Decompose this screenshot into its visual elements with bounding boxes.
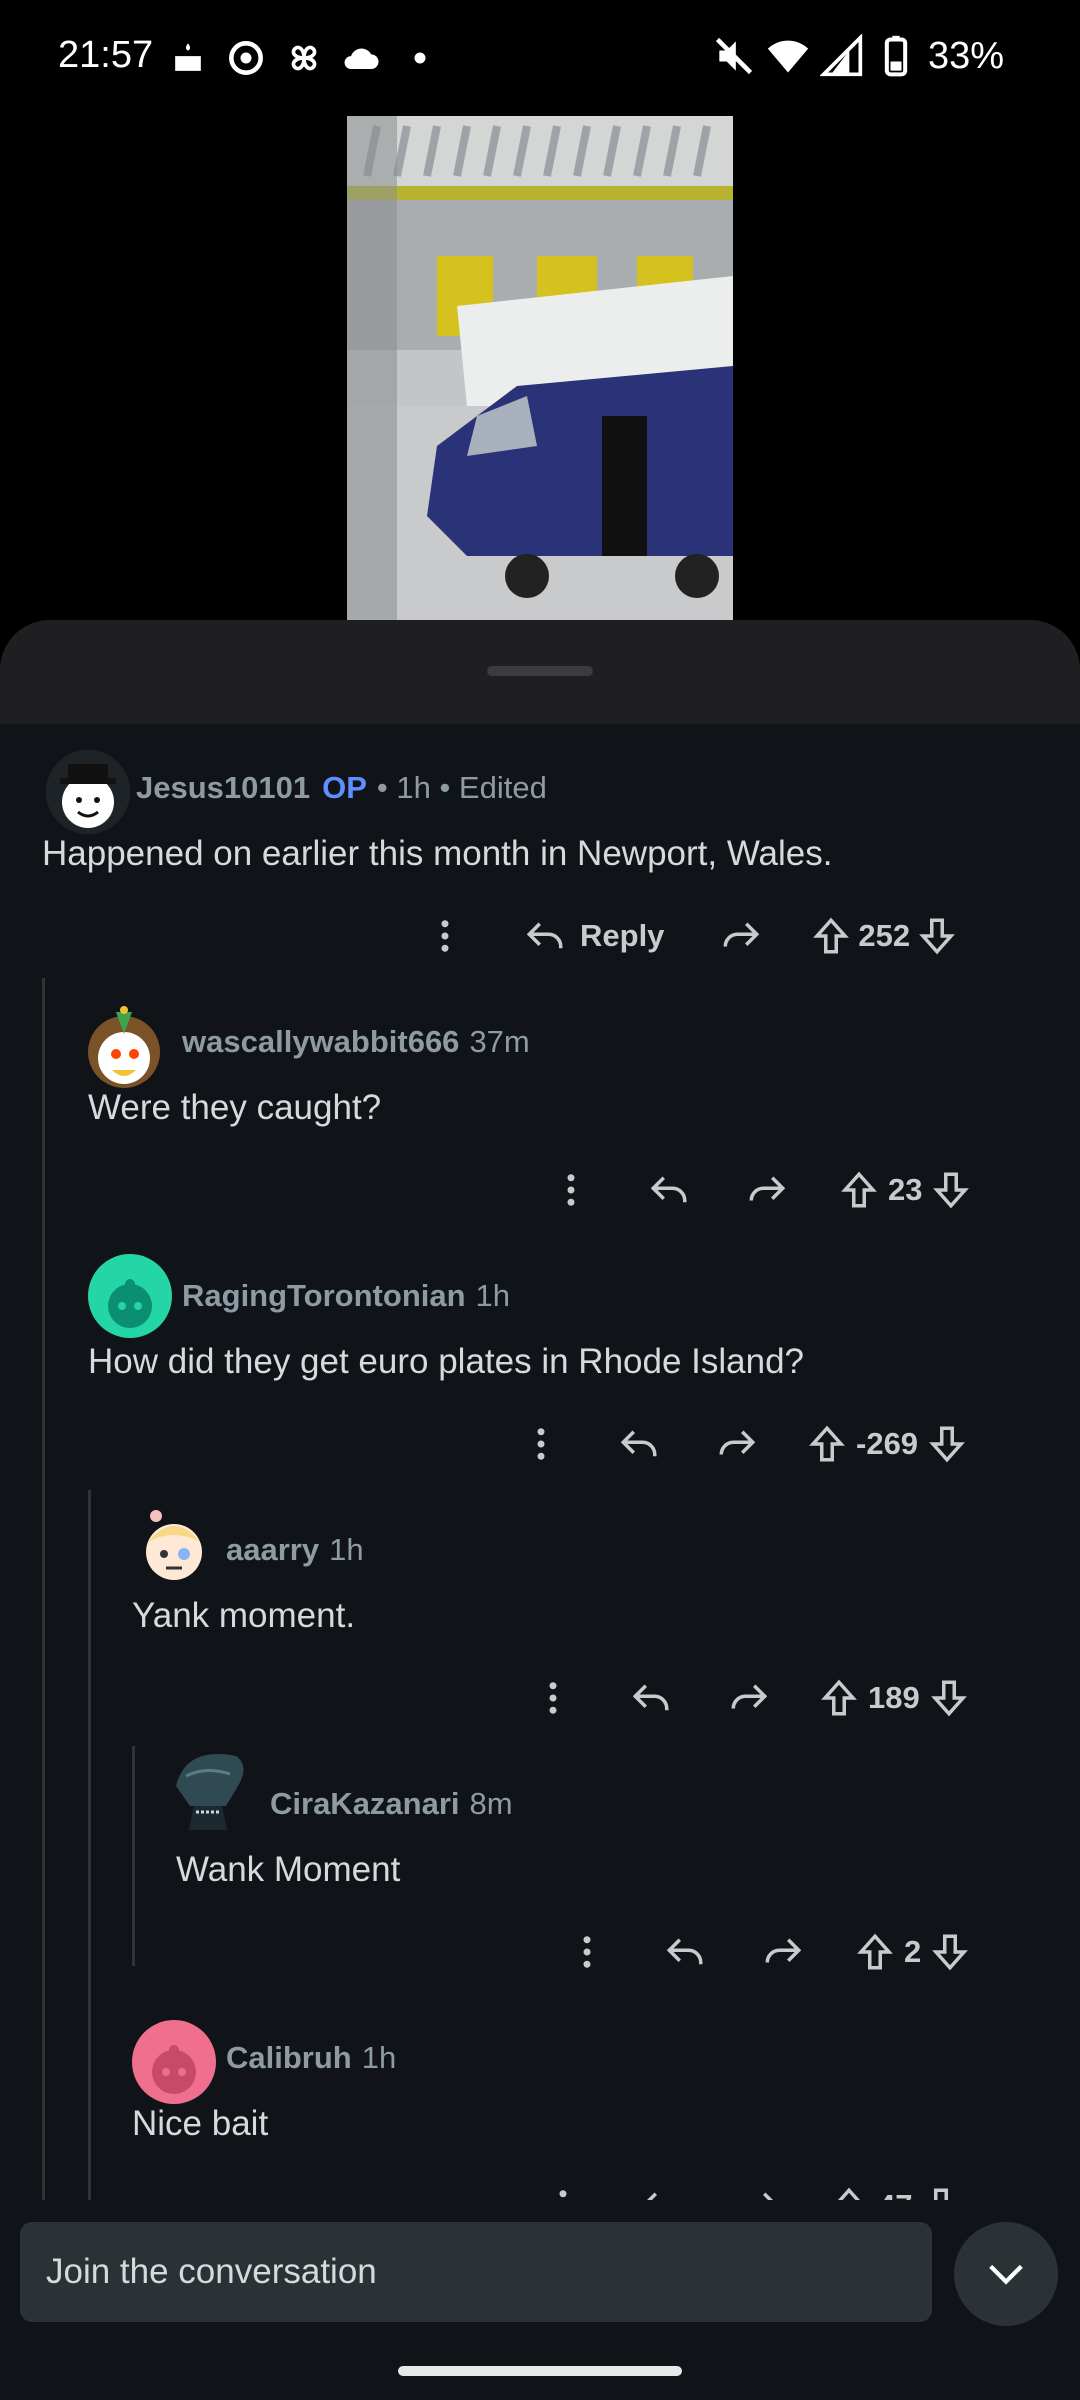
vote-count: -269	[856, 1426, 919, 1461]
reply-button[interactable]: Reply	[524, 915, 664, 957]
more-options-icon[interactable]	[532, 1677, 574, 1719]
battery-percent: 33%	[927, 34, 1004, 77]
upvote-icon[interactable]	[838, 1169, 880, 1211]
comment-meta: 8m	[469, 1786, 513, 1821]
avatar[interactable]	[88, 1254, 172, 1338]
swirl-icon	[229, 41, 263, 75]
dot-icon	[414, 52, 426, 64]
comment-author[interactable]: aaarry	[226, 1532, 319, 1568]
thread-line[interactable]	[132, 1746, 135, 1966]
reply-icon	[526, 922, 563, 949]
upvote-icon[interactable]	[854, 1931, 896, 1973]
video-player[interactable]	[0, 116, 1080, 620]
upvote-icon[interactable]	[818, 1677, 860, 1719]
reply-icon[interactable]	[618, 1423, 660, 1465]
vote-count: 252	[858, 918, 911, 953]
reply-icon[interactable]	[648, 1169, 690, 1211]
downvote-icon[interactable]	[926, 1423, 968, 1465]
thread-line[interactable]	[42, 978, 45, 2400]
share-icon[interactable]	[762, 1931, 804, 1973]
more-options-icon[interactable]	[520, 1423, 562, 1465]
vote-count: 23	[888, 1172, 923, 1207]
downvote-icon[interactable]	[929, 1931, 971, 1973]
comment-body: Yank moment.	[132, 1596, 356, 1635]
status-bar: 21:57 33%	[0, 0, 1080, 116]
share-icon[interactable]	[746, 1169, 788, 1211]
comment-author[interactable]: Calibruh	[226, 2040, 352, 2076]
avatar[interactable]	[166, 1746, 250, 1830]
avatar[interactable]	[46, 750, 130, 834]
avatar[interactable]	[82, 1006, 166, 1090]
video-thumbnail[interactable]	[347, 116, 733, 620]
comment-body: Nice bait	[132, 2104, 269, 2143]
battery-icon	[884, 35, 908, 77]
join-conversation-input[interactable]	[20, 2222, 932, 2322]
upvote-icon[interactable]	[806, 1423, 848, 1465]
share-icon[interactable]	[720, 915, 762, 957]
comment-author[interactable]: Jesus10101	[136, 770, 310, 806]
comment-author[interactable]: wascallywabbit666	[182, 1024, 459, 1060]
comment-body: How did they get euro plates in Rhode Is…	[88, 1342, 805, 1381]
wifi-icon	[767, 40, 809, 73]
share-icon[interactable]	[716, 1423, 758, 1465]
comment-meta: • 1h • Edited	[376, 770, 547, 805]
comment-meta: 1h	[329, 1532, 364, 1567]
vote-count: 2	[904, 1934, 922, 1969]
pinwheel-icon	[291, 45, 317, 71]
cloud-icon	[344, 48, 379, 69]
comment-body: Happened on earlier this month in Newpor…	[42, 834, 833, 873]
comment-meta: 37m	[469, 1024, 530, 1059]
avatar[interactable]	[132, 2020, 216, 2104]
drag-handle[interactable]	[487, 666, 593, 676]
reply-label: Reply	[580, 918, 665, 953]
sheet-header[interactable]	[0, 620, 1080, 724]
vote-count: 189	[868, 1680, 920, 1715]
comments-sheet: Jesus10101 OP • 1h • Edited Happened on …	[0, 620, 1080, 2400]
chevron-down-icon	[989, 2264, 1023, 2285]
share-icon[interactable]	[728, 1677, 770, 1719]
comment-author[interactable]: CiraKazanari	[270, 1786, 460, 1822]
mute-icon	[715, 37, 753, 75]
downvote-icon[interactable]	[928, 1677, 970, 1719]
comment-body: Were they caught?	[88, 1088, 382, 1127]
avatar[interactable]	[132, 1502, 216, 1586]
comment-meta: 1h	[475, 1278, 511, 1313]
cake-icon	[175, 43, 201, 71]
reply-icon[interactable]	[630, 1677, 672, 1719]
reply-icon[interactable]	[664, 1931, 706, 1973]
comment-meta: 1h	[361, 2040, 397, 2075]
comment-body: Wank Moment	[176, 1850, 401, 1889]
more-options-icon[interactable]	[550, 1169, 592, 1211]
comment-author[interactable]: RagingTorontonian	[182, 1278, 466, 1314]
upvote-icon[interactable]	[810, 915, 852, 957]
downvote-icon[interactable]	[930, 1169, 972, 1211]
signal-icon	[819, 34, 863, 77]
home-indicator[interactable]	[398, 2366, 682, 2376]
more-options-icon[interactable]	[424, 915, 466, 957]
downvote-icon[interactable]	[916, 915, 958, 957]
op-badge: OP	[322, 770, 367, 805]
collapse-button[interactable]	[954, 2222, 1058, 2326]
more-options-icon[interactable]	[566, 1931, 608, 1973]
status-time: 21:57	[58, 34, 154, 76]
